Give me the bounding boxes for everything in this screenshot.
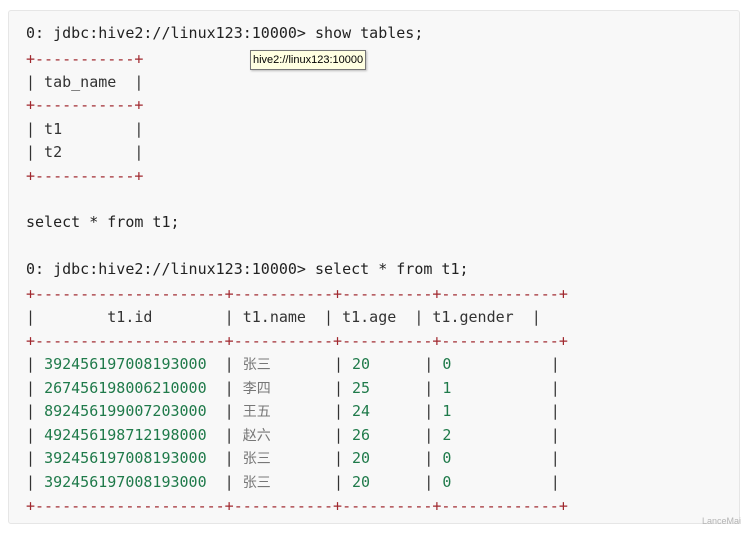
cell-name: 李四: [242, 381, 271, 397]
table-row: | 267456198006210000 | 李四 | 25 | 1 |: [26, 379, 560, 398]
cell-age: 20: [352, 449, 371, 467]
column-separator: |: [370, 402, 443, 420]
beeline-prompt-show-tables: 0: jdbc:hive2://linux123:10000> show tab…: [26, 24, 424, 42]
select-statement: select * from t1;: [26, 213, 180, 231]
t1-header: | t1.id | t1.name | t1.age | t1.gender |: [26, 308, 541, 326]
table-row: | 392456197008193000 | 张三 | 20 | 0 |: [26, 473, 560, 492]
table-row: | 392456197008193000 | 张三 | 20 | 0 |: [26, 355, 560, 374]
t1-border-top: +---------------------+-----------+-----…: [26, 285, 568, 303]
column-separator: |: [206, 473, 243, 491]
tables-border-top: +-----------+: [26, 50, 144, 68]
column-separator: |: [451, 426, 560, 444]
tooltip: hive2://linux123:10000: [250, 50, 367, 70]
column-separator: |: [270, 355, 353, 373]
cell-age: 20: [352, 355, 371, 373]
code-block: 0: jdbc:hive2://linux123:10000> show tab…: [8, 10, 740, 524]
cell-id: 267456198006210000: [44, 379, 207, 397]
tables-header: | tab_name |: [26, 73, 144, 91]
t1-border-bottom: +---------------------+-----------+-----…: [26, 497, 568, 515]
column-separator: |: [451, 402, 560, 420]
cell-id: 392456197008193000: [44, 449, 207, 467]
column-separator: |: [26, 449, 45, 467]
cell-name: 张三: [242, 451, 271, 467]
cell-id: 392456197008193000: [44, 473, 207, 491]
column-separator: |: [26, 402, 45, 420]
cell-age: 24: [352, 402, 371, 420]
column-separator: |: [370, 473, 443, 491]
cell-id: 492456198712198000: [44, 426, 207, 444]
column-separator: |: [451, 355, 560, 373]
column-separator: |: [270, 402, 353, 420]
column-separator: |: [270, 426, 353, 444]
cell-name: 张三: [242, 357, 271, 373]
column-separator: |: [26, 355, 45, 373]
table-row: | 892456199007203000 | 王五 | 24 | 1 |: [26, 402, 560, 421]
cell-age: 20: [352, 473, 371, 491]
cell-name: 赵六: [242, 428, 271, 444]
column-separator: |: [206, 379, 243, 397]
column-separator: |: [370, 355, 443, 373]
tables-border-bottom: +-----------+: [26, 167, 144, 185]
table-row: | 492456198712198000 | 赵六 | 26 | 2 |: [26, 426, 560, 445]
cell-name: 王五: [242, 404, 271, 420]
column-separator: |: [370, 379, 443, 397]
cell-name: 张三: [242, 475, 271, 491]
t1-border-mid: +---------------------+-----------+-----…: [26, 332, 568, 350]
column-separator: |: [206, 449, 243, 467]
column-separator: |: [206, 426, 243, 444]
tables-border-mid: +-----------+: [26, 96, 144, 114]
cell-age: 26: [352, 426, 371, 444]
beeline-prompt-select: 0: jdbc:hive2://linux123:10000> select *…: [26, 260, 469, 278]
watermark: LanceMai: [701, 516, 741, 526]
column-separator: |: [26, 426, 45, 444]
column-separator: |: [26, 379, 45, 397]
tables-row-t2: | t2 |: [26, 143, 144, 161]
column-separator: |: [270, 379, 353, 397]
column-separator: |: [370, 426, 443, 444]
column-separator: |: [370, 449, 443, 467]
column-separator: |: [451, 379, 560, 397]
tables-row-t1: | t1 |: [26, 120, 144, 138]
column-separator: |: [26, 473, 45, 491]
column-separator: |: [206, 355, 243, 373]
table-row: | 392456197008193000 | 张三 | 20 | 0 |: [26, 449, 560, 468]
column-separator: |: [270, 473, 353, 491]
cell-id: 892456199007203000: [44, 402, 207, 420]
column-separator: |: [206, 402, 243, 420]
cell-id: 392456197008193000: [44, 355, 207, 373]
cell-age: 25: [352, 379, 371, 397]
column-separator: |: [270, 449, 353, 467]
column-separator: |: [451, 449, 560, 467]
column-separator: |: [451, 473, 560, 491]
